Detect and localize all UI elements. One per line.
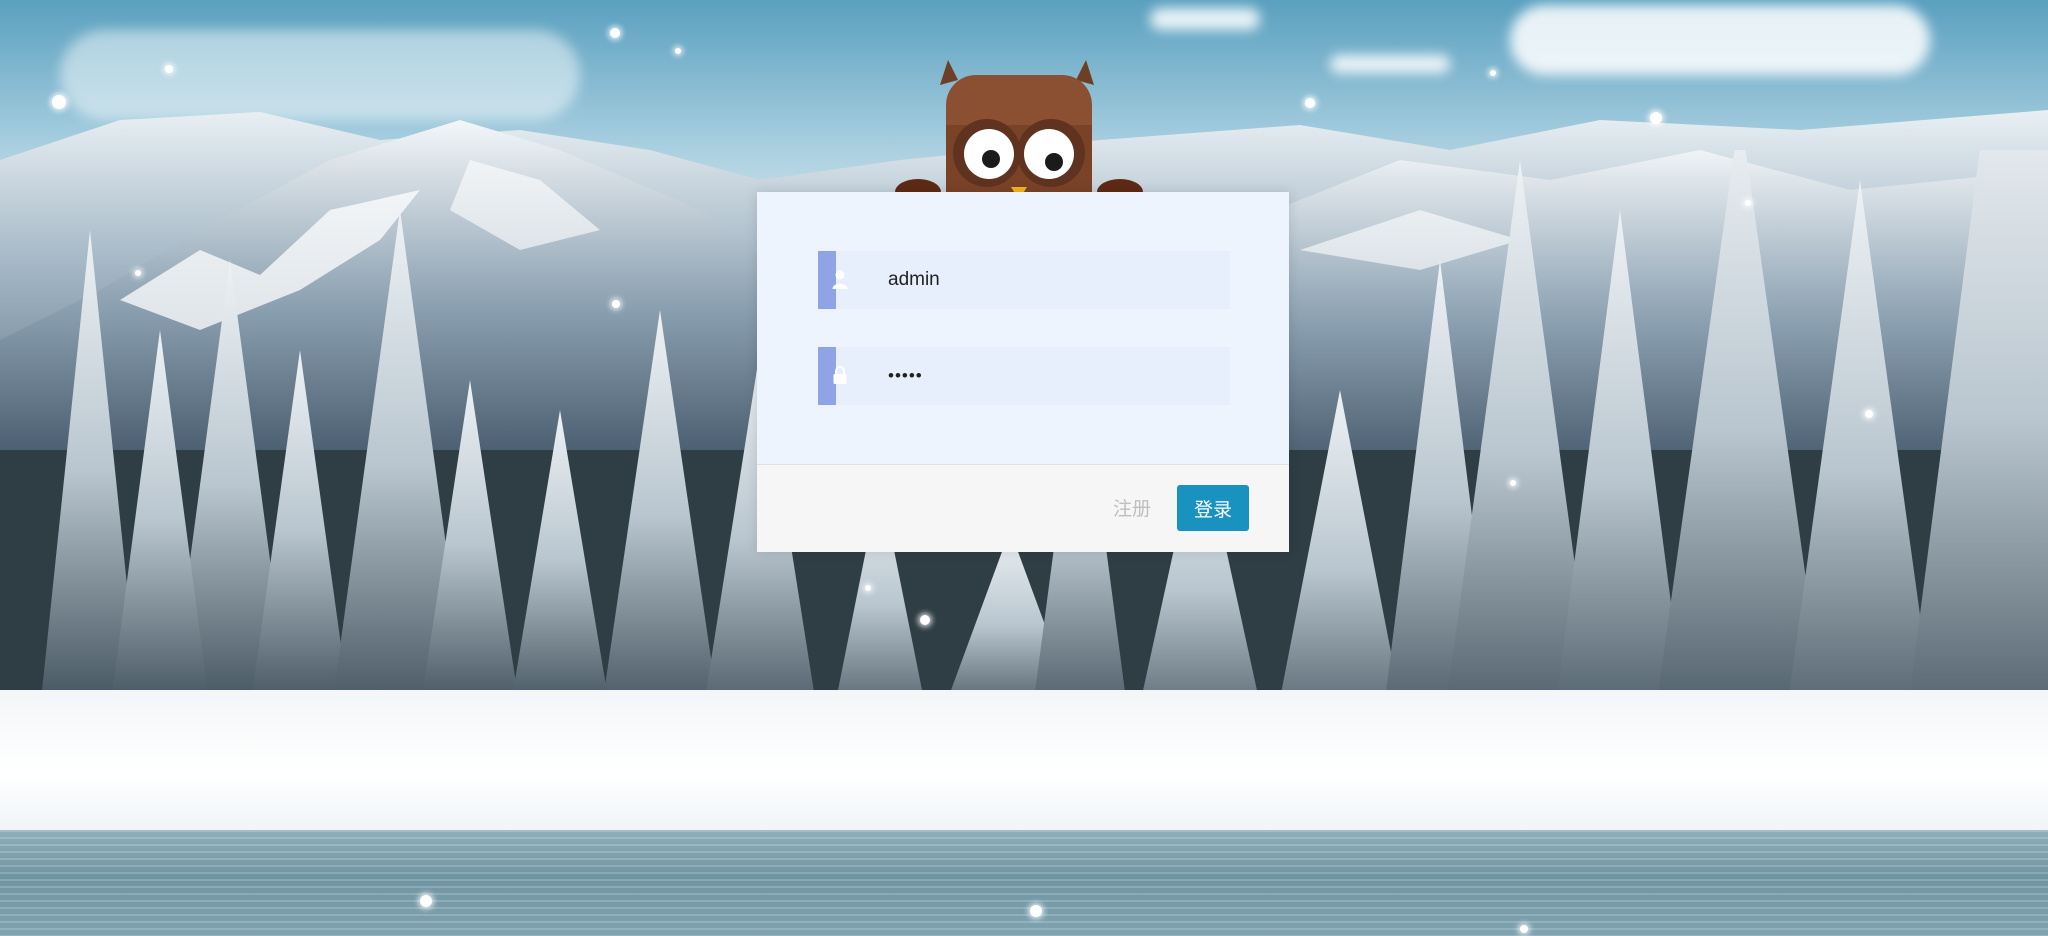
- login-actions: 注册 登录: [757, 464, 1289, 552]
- register-button[interactable]: 注册: [1107, 495, 1157, 525]
- snowflake: [610, 28, 620, 38]
- login-form: [757, 192, 1289, 464]
- lake: [0, 830, 2048, 936]
- snowflake: [612, 300, 620, 308]
- snowflake: [1490, 70, 1496, 76]
- snowflake: [135, 270, 141, 276]
- owl-icon: [895, 60, 1143, 210]
- password-field[interactable]: [818, 347, 1230, 405]
- cloud: [1330, 55, 1450, 73]
- snowflake: [1030, 905, 1042, 917]
- snowflake: [1865, 410, 1873, 418]
- password-input[interactable]: [888, 347, 1218, 405]
- snowflake: [865, 585, 871, 591]
- cloud: [1150, 8, 1260, 30]
- snowflake: [52, 95, 66, 109]
- login-button[interactable]: 登录: [1177, 485, 1249, 531]
- login-panel: 注册 登录: [757, 192, 1289, 552]
- snowflake: [1510, 480, 1516, 486]
- cloud: [1510, 5, 1930, 75]
- snowflake: [165, 65, 173, 73]
- user-icon: [832, 270, 848, 289]
- lock-icon: [833, 366, 847, 384]
- snowflake: [1520, 925, 1528, 933]
- snowflake: [420, 895, 432, 907]
- snowflake: [675, 48, 681, 54]
- snowflake: [1650, 112, 1662, 124]
- username-input[interactable]: [888, 251, 1218, 309]
- snow-ground: [0, 690, 2048, 840]
- snowflake: [1305, 98, 1315, 108]
- username-field[interactable]: [818, 251, 1230, 309]
- snowflake: [920, 615, 930, 625]
- snowflake: [1745, 200, 1751, 206]
